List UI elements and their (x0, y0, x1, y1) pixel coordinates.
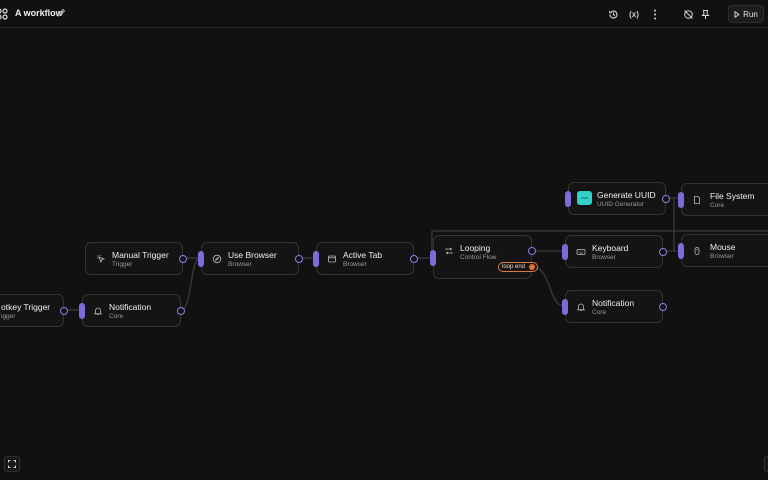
pin-icon (700, 9, 710, 19)
node-title: otkey Trigger (1, 302, 51, 312)
node-title: Notification (592, 298, 635, 308)
output-handle[interactable] (410, 255, 418, 263)
node-hotkey-trigger[interactable]: otkey Trigger igger (0, 294, 68, 327)
node-title: Notification (109, 302, 152, 312)
top-bar: A workflow (x) Run (0, 0, 768, 28)
node-subtitle: Control Flow (460, 254, 497, 261)
workflow-app-icon[interactable] (0, 8, 8, 20)
node-active-tab[interactable]: Active Tab Browser (313, 242, 418, 275)
input-handle[interactable] (565, 191, 571, 207)
variables-button[interactable]: (x) (626, 6, 642, 22)
node-mouse[interactable]: Mouse Browser (678, 234, 768, 267)
node-file-system[interactable]: File System Core (678, 183, 768, 216)
input-handle[interactable] (678, 243, 684, 259)
loop-end-badge[interactable]: loop end (498, 262, 539, 272)
node-subtitle: igger (1, 313, 16, 320)
node-title: File System (710, 191, 755, 201)
uuid-logo-text: UUID (580, 196, 589, 200)
node-looping[interactable]: Looping Control Flow (430, 235, 536, 279)
fullscreen-icon (8, 460, 16, 468)
fit-view-button[interactable] (4, 456, 20, 472)
disable-workflow-button[interactable] (680, 6, 696, 22)
loop-icon (445, 247, 453, 255)
keyboard-icon (576, 249, 586, 255)
node-keyboard[interactable]: Keyboard Browser (562, 235, 667, 268)
node-subtitle: Browser (710, 253, 734, 260)
pointer-click-icon (97, 255, 106, 264)
node-use-browser[interactable]: Use Browser Browser (198, 242, 303, 275)
output-handle[interactable] (179, 255, 187, 263)
node-title: Mouse (710, 242, 736, 252)
node-subtitle: Browser (343, 261, 367, 268)
input-handle[interactable] (562, 299, 568, 315)
output-handle[interactable] (528, 247, 536, 255)
node-subtitle: Browser (228, 261, 252, 268)
node-subtitle: UUID Generator (597, 201, 644, 208)
node-subtitle: Core (710, 202, 725, 209)
node-manual-trigger[interactable]: Manual Trigger Trigger (85, 242, 187, 275)
uuid-logo: UUID (577, 191, 592, 205)
edge-notification-usebrowser (180, 257, 201, 311)
pin-button[interactable] (697, 6, 713, 22)
node-title: Generate UUID (597, 190, 656, 200)
node-title: Use Browser (228, 250, 277, 260)
input-handle[interactable] (678, 192, 684, 208)
input-handle[interactable] (562, 244, 568, 260)
node-subtitle: Trigger (112, 261, 133, 268)
window-icon (328, 255, 336, 263)
node-subtitle: Core (592, 309, 607, 316)
output-handle[interactable] (60, 307, 68, 315)
node-title: Manual Trigger (112, 250, 169, 260)
output-handle[interactable] (662, 195, 670, 203)
mouse-icon (694, 247, 700, 255)
minimap-toggle[interactable] (764, 456, 768, 472)
history-button[interactable] (605, 6, 621, 22)
output-handle[interactable] (177, 307, 185, 315)
node-title: Active Tab (343, 250, 383, 260)
node-subtitle: Browser (592, 254, 616, 261)
bell-icon (576, 303, 586, 311)
compass-icon (212, 254, 222, 264)
input-handle[interactable] (313, 251, 319, 267)
disable-icon (683, 9, 693, 19)
play-icon (734, 10, 740, 18)
node-subtitle: Core (109, 313, 124, 320)
node-notification[interactable]: Notification Core (79, 294, 185, 327)
node-title: Keyboard (592, 243, 629, 253)
more-icon (654, 9, 656, 19)
more-button[interactable] (647, 6, 663, 22)
node-generate-uuid[interactable]: UUID Generate UUID UUID Generator (565, 182, 670, 215)
loop-end-handle[interactable] (529, 264, 536, 270)
edit-icon[interactable] (56, 8, 66, 18)
node-title: Looping (460, 243, 491, 253)
input-handle[interactable] (198, 251, 204, 267)
run-button[interactable]: Run (728, 5, 764, 23)
input-handle[interactable] (430, 250, 436, 266)
history-icon (608, 10, 617, 19)
bell-icon (93, 307, 103, 315)
output-handle[interactable] (659, 248, 667, 256)
file-icon (694, 196, 700, 204)
input-handle[interactable] (79, 303, 85, 319)
output-handle[interactable] (295, 255, 303, 263)
edge-loopend-notification (531, 266, 565, 307)
loop-end-label: loop end (502, 264, 526, 270)
variables-icon: (x) (629, 9, 639, 19)
output-handle[interactable] (659, 303, 667, 311)
node-notification[interactable]: Notification Core (562, 290, 667, 323)
run-label: Run (743, 9, 758, 19)
